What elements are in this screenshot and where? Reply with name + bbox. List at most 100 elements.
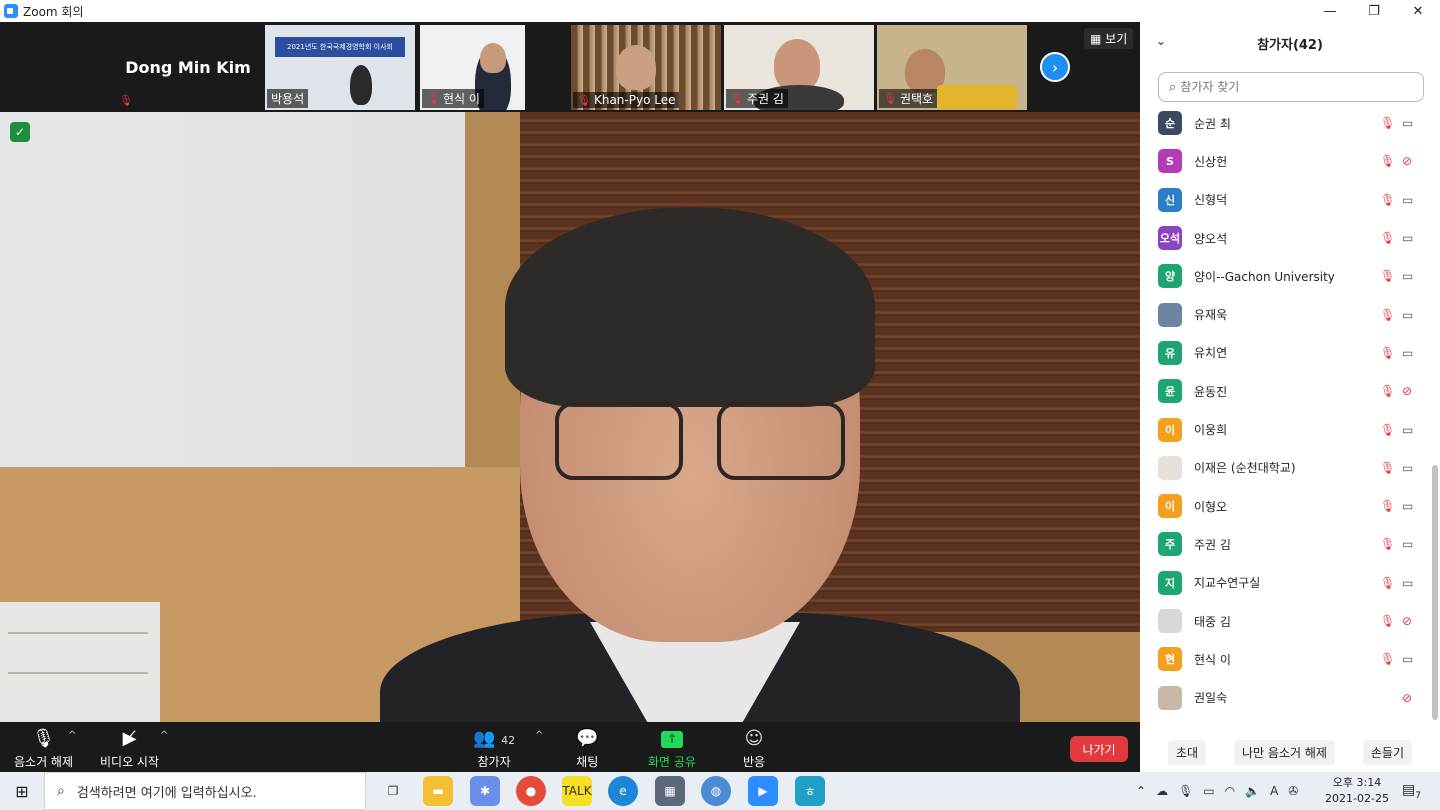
audio-options-caret-icon[interactable]: ^ bbox=[68, 730, 76, 741]
participant-row[interactable]: 태중 김 🎙 ⊘ bbox=[1140, 602, 1430, 640]
hangul-app-icon[interactable]: ㅎ bbox=[795, 776, 825, 806]
video-tile[interactable]: 🎙 주권 김 bbox=[724, 25, 874, 110]
video-options-caret-icon[interactable]: ^ bbox=[160, 730, 168, 741]
mic-muted-icon: 🎙 bbox=[1380, 231, 1396, 246]
video-tile[interactable]: 🎙 현식 이 bbox=[420, 25, 525, 110]
participant-row[interactable]: 오석 양오석 🎙 ▭ bbox=[1140, 219, 1430, 257]
video-tile[interactable]: Dong Min Kim 🎙 bbox=[113, 25, 263, 110]
participant-list: 순 순권 최 🎙 ▭ S 신상헌 🎙 ⊘ 신 신형덕 🎙 ▭ 오석 양오석 🎙 ▭ 양 양이--Gachon Un… bbox=[1140, 104, 1430, 714]
chevron-down-icon[interactable]: ⌄ bbox=[1156, 34, 1166, 48]
participant-row[interactable]: 양 양이--Gachon University 🎙 ▭ bbox=[1140, 257, 1430, 295]
windows-taskbar: ⊞ ⌕ 검색하려면 여기에 입력하십시오. ❐ ▬ ✱ ● TALK e ▦ ◍… bbox=[0, 772, 1440, 810]
participant-row[interactable]: 유재욱 🎙 ▭ bbox=[1140, 295, 1430, 333]
ime-icon[interactable]: A bbox=[1270, 784, 1278, 798]
mic-off-icon: 🎙 bbox=[577, 93, 591, 107]
participant-search[interactable]: ⌕ bbox=[1158, 72, 1424, 102]
meeting-toolbar: 🎙 음소거 해제 ^ ▶̸ 비디오 시작 ^ 👥 42 참가자 ^ 💬 채팅 ↑… bbox=[0, 722, 1140, 772]
participants-button[interactable]: 👥 42 참가자 bbox=[473, 728, 515, 770]
start-video-button[interactable]: ▶̸ 비디오 시작 bbox=[100, 728, 159, 770]
file-explorer-icon[interactable]: ▬ bbox=[423, 776, 453, 806]
participant-row[interactable]: 이 이형오 🎙 ▭ bbox=[1140, 487, 1430, 525]
notification-icon[interactable]: ▤7 bbox=[1402, 782, 1421, 801]
speaker-video: ▮ cau bbox=[0, 112, 1140, 722]
raise-hand-button[interactable]: 손들기 bbox=[1362, 739, 1413, 765]
participant-row[interactable]: 권일숙 ⊘ bbox=[1140, 678, 1430, 714]
chat-button[interactable]: 💬 채팅 bbox=[576, 728, 598, 770]
windows-start-icon[interactable]: ⊞ bbox=[0, 772, 44, 810]
participant-name: 양오석 bbox=[1194, 231, 1228, 246]
avatar: 이 bbox=[1158, 417, 1182, 442]
participant-name: 주권 김 bbox=[1194, 537, 1231, 552]
edge-icon[interactable]: e bbox=[608, 776, 638, 806]
clock-date: 2021-02-25 bbox=[1325, 792, 1389, 805]
search-input[interactable] bbox=[1180, 80, 1401, 94]
camera-icon: ▭ bbox=[1402, 307, 1414, 322]
kakaotalk-icon[interactable]: TALK bbox=[562, 776, 592, 806]
avatar: 현 bbox=[1158, 647, 1182, 672]
video-tile[interactable]: 2021년도 한국국제경영학회 이사회 박용석 bbox=[265, 25, 415, 110]
participant-row[interactable]: 주 주권 김 🎙 ▭ bbox=[1140, 525, 1430, 563]
participant-row[interactable]: 이재은 (순천대학교) 🎙 ▭ bbox=[1140, 449, 1430, 487]
settings-app-icon[interactable]: ✱ bbox=[470, 776, 500, 806]
avatar: 유 bbox=[1158, 340, 1182, 365]
notification-count: 7 bbox=[1415, 790, 1421, 801]
tile-name: Khan-Pyo Lee bbox=[593, 93, 676, 107]
participant-name: 현식 이 bbox=[1194, 652, 1231, 667]
participant-row[interactable]: 현 현식 이 🎙 ▭ bbox=[1140, 640, 1430, 678]
participant-row[interactable]: 윤 윤동진 🎙 ⊘ bbox=[1140, 372, 1430, 410]
camera-icon: ▭ bbox=[1402, 537, 1414, 552]
participant-row[interactable]: 순 순권 최 🎙 ▭ bbox=[1140, 104, 1430, 142]
search-icon: ⌕ bbox=[57, 783, 65, 799]
video-tile[interactable]: 🎙 권택호 bbox=[877, 25, 1027, 110]
battery-icon[interactable]: ▭ bbox=[1203, 784, 1214, 798]
wifi-icon[interactable]: ◠ bbox=[1225, 784, 1235, 798]
invite-button[interactable]: 초대 bbox=[1167, 739, 1207, 765]
close-button[interactable]: ✕ bbox=[1396, 0, 1440, 22]
video-strip: Dong Min Kim 🎙 2021년도 한국국제경영학회 이사회 박용석 🎙… bbox=[0, 22, 1140, 112]
tray-chevron-up-icon[interactable]: ⌃ bbox=[1136, 784, 1146, 798]
unmute-button[interactable]: 🎙 음소거 해제 bbox=[14, 728, 73, 770]
grid-app-icon[interactable]: ▦ bbox=[655, 776, 685, 806]
maximize-button[interactable]: ❐ bbox=[1352, 0, 1396, 22]
network-icon[interactable]: ✇ bbox=[1288, 784, 1298, 798]
zoom-taskbar-icon[interactable]: ▶ bbox=[748, 776, 778, 806]
globe-app-icon[interactable]: ◍ bbox=[701, 776, 731, 806]
next-page-arrow-icon[interactable]: › bbox=[1040, 52, 1070, 82]
participants-caret-icon[interactable]: ^ bbox=[535, 730, 543, 741]
mic-off-icon: 🎙 bbox=[119, 94, 133, 107]
task-view-icon[interactable]: ❐ bbox=[378, 776, 408, 806]
speaker-icon[interactable]: 🔈 bbox=[1245, 784, 1260, 798]
leave-button[interactable]: 나가기 bbox=[1070, 736, 1128, 762]
view-button[interactable]: ▦ 보기 bbox=[1084, 28, 1134, 49]
participant-row[interactable]: 유 유치연 🎙 ▭ bbox=[1140, 334, 1430, 372]
participant-name: 유재욱 bbox=[1194, 308, 1228, 323]
unmute-me-button[interactable]: 나만 음소거 해제 bbox=[1234, 739, 1335, 765]
mic-icon[interactable]: 🎙 bbox=[1178, 784, 1193, 798]
meeting-area: Dong Min Kim 🎙 2021년도 한국국제경영학회 이사회 박용석 🎙… bbox=[0, 22, 1140, 772]
avatar: 주 bbox=[1158, 532, 1182, 557]
panel-scrollbar[interactable] bbox=[1432, 465, 1438, 720]
participant-row[interactable]: S 신상헌 🎙 ⊘ bbox=[1140, 142, 1430, 180]
video-tile[interactable]: 🎙 Khan-Pyo Lee bbox=[571, 25, 721, 110]
share-screen-icon: ↑ bbox=[660, 731, 683, 748]
camera-icon: ▭ bbox=[1402, 460, 1414, 475]
chrome-icon[interactable]: ● bbox=[516, 776, 546, 806]
participant-row[interactable]: 이 이웅희 🎙 ▭ bbox=[1140, 410, 1430, 448]
camera-off-icon: ⊘ bbox=[1402, 690, 1413, 705]
minimize-button[interactable]: — bbox=[1308, 0, 1352, 22]
panel-header: ⌄ 참가자(42) bbox=[1140, 22, 1440, 64]
encryption-shield-icon[interactable]: ✓ bbox=[10, 122, 30, 142]
participant-row[interactable]: 신 신형덕 🎙 ▭ bbox=[1140, 181, 1430, 219]
mic-muted-icon: 🎙 bbox=[1380, 614, 1396, 628]
share-screen-button[interactable]: ↑ 화면 공유 bbox=[648, 728, 696, 770]
participant-name: 신상헌 bbox=[1194, 154, 1228, 169]
participant-name: 신형덕 bbox=[1194, 193, 1228, 208]
avatar: 오석 bbox=[1158, 226, 1182, 251]
taskbar-search[interactable]: ⌕ 검색하려면 여기에 입력하십시오. bbox=[44, 772, 366, 810]
participant-name: 양이--Gachon University bbox=[1194, 269, 1335, 284]
cloud-icon[interactable]: ☁ bbox=[1156, 784, 1168, 798]
participant-row[interactable]: 지 지교수연구실 🎙 ▭ bbox=[1140, 564, 1430, 602]
participant-name: 지교수연구실 bbox=[1194, 576, 1261, 591]
reactions-button[interactable]: ☺ 반응 bbox=[743, 728, 765, 770]
taskbar-clock[interactable]: 오후 3:14 2021-02-25 bbox=[1322, 775, 1392, 807]
